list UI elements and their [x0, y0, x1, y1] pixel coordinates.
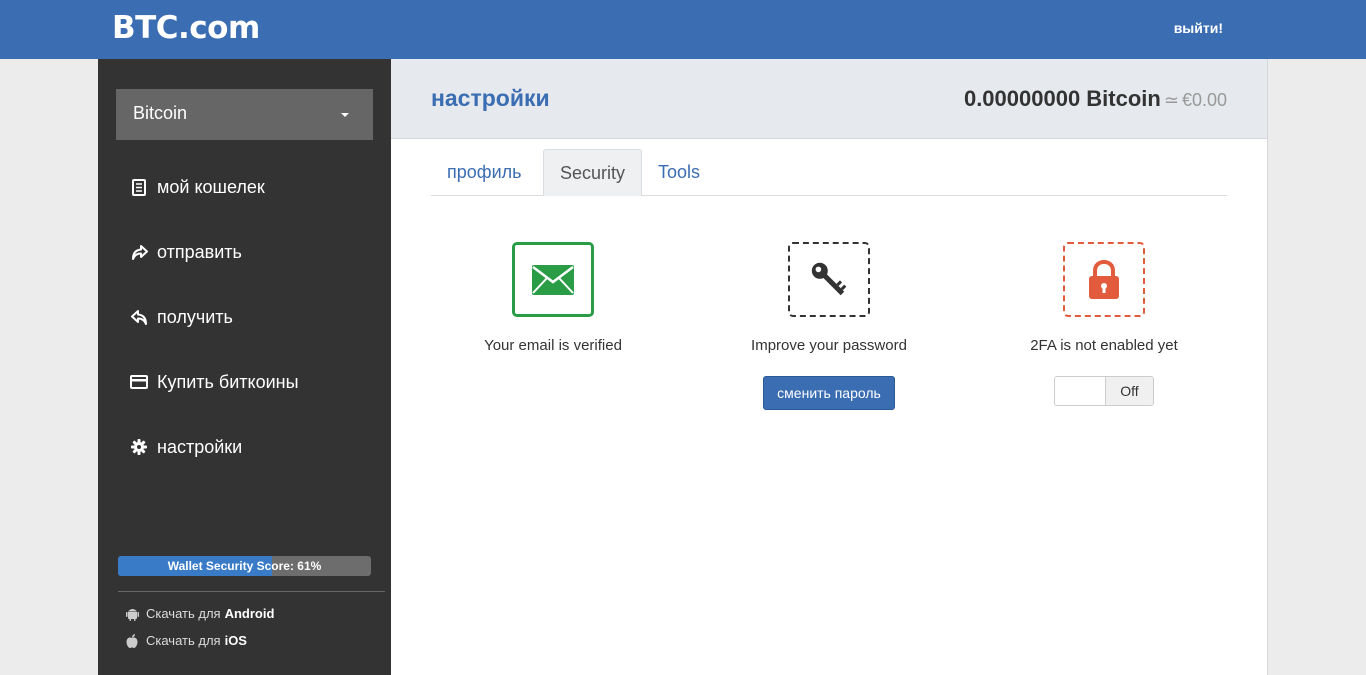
- security-score-bar: Wallet Security Score: 61%: [118, 556, 371, 576]
- sidebar-item-settings[interactable]: настройки: [130, 432, 242, 462]
- password-status-label: Improve your password: [751, 337, 907, 354]
- tab-profile[interactable]: профиль: [431, 149, 538, 196]
- main-content: настройки 0.00000000 Bitcoin ≃ €0.00 профи…: [391, 59, 1268, 675]
- currency-select-value: Bitcoin: [133, 103, 188, 123]
- document-icon: [130, 178, 148, 196]
- android-icon: [126, 607, 140, 621]
- currency-select[interactable]: Bitcoin: [116, 89, 373, 140]
- sidebar-item-send[interactable]: отправить: [130, 237, 242, 267]
- settings-tabs: профиль Security Tools: [431, 149, 1227, 196]
- main-header: настройки 0.00000000 Bitcoin ≃ €0.00: [391, 59, 1267, 139]
- envelope-icon: [512, 242, 594, 317]
- twofa-status-label: 2FA is not enabled yet: [1030, 337, 1178, 354]
- logout-link[interactable]: выйти!: [1174, 20, 1223, 36]
- share-arrow-icon: [130, 243, 148, 261]
- sidebar-item-label: мой кошелек: [157, 176, 265, 197]
- top-bar: BTC.com выйти!: [0, 0, 1366, 59]
- email-status: Your email is verified: [438, 242, 668, 354]
- apple-icon: [126, 633, 140, 648]
- sidebar-item-label: получить: [157, 306, 233, 327]
- approx-symbol: ≃: [1163, 90, 1179, 110]
- page-title: настройки: [431, 85, 550, 111]
- sidebar: Bitcoin мой кошелек отправить получить К…: [98, 59, 391, 675]
- download-android-link[interactable]: Скачать для Android: [126, 606, 274, 621]
- download-android-platform: Android: [224, 606, 275, 621]
- reply-arrow-icon: [130, 308, 148, 326]
- tab-tools[interactable]: Tools: [642, 149, 716, 196]
- security-score-label: Wallet Security Score: 61%: [167, 559, 322, 573]
- email-status-label: Your email is verified: [484, 337, 622, 354]
- caret-down-icon: [341, 113, 349, 117]
- gear-icon: [130, 438, 148, 456]
- wallet-balance: 0.00000000 Bitcoin ≃ €0.00: [964, 86, 1227, 112]
- twofa-toggle[interactable]: Off: [1054, 376, 1154, 406]
- key-icon: [788, 242, 870, 317]
- sidebar-item-label: отправить: [157, 241, 242, 262]
- credit-card-icon: [130, 373, 148, 391]
- toggle-knob: [1055, 377, 1106, 405]
- twofa-status: 2FA is not enabled yet Off: [989, 242, 1219, 406]
- change-password-button[interactable]: сменить пароль: [763, 376, 895, 410]
- sidebar-item-receive[interactable]: получить: [130, 302, 233, 332]
- sidebar-item-label: настройки: [157, 436, 243, 457]
- download-ios-link[interactable]: Скачать для iOS: [126, 633, 247, 648]
- download-ios-platform: iOS: [224, 633, 247, 648]
- balance-fiat: €0.00: [1181, 90, 1227, 110]
- sidebar-item-wallet[interactable]: мой кошелек: [130, 172, 265, 202]
- balance-amount: 0.00000000 Bitcoin: [963, 86, 1161, 111]
- sidebar-item-buy-bitcoin[interactable]: Купить биткоины: [130, 367, 299, 397]
- download-android-prefix: Скачать для: [146, 606, 221, 621]
- tab-security[interactable]: Security: [543, 149, 643, 196]
- logo[interactable]: BTC.com: [112, 10, 260, 46]
- sidebar-item-label: Купить биткоины: [157, 371, 299, 392]
- toggle-state: Off: [1106, 377, 1153, 405]
- download-ios-prefix: Скачать для: [146, 633, 221, 648]
- password-status: Improve your password сменить пароль: [714, 242, 944, 410]
- padlock-icon: [1063, 242, 1145, 317]
- sidebar-divider: [118, 591, 385, 592]
